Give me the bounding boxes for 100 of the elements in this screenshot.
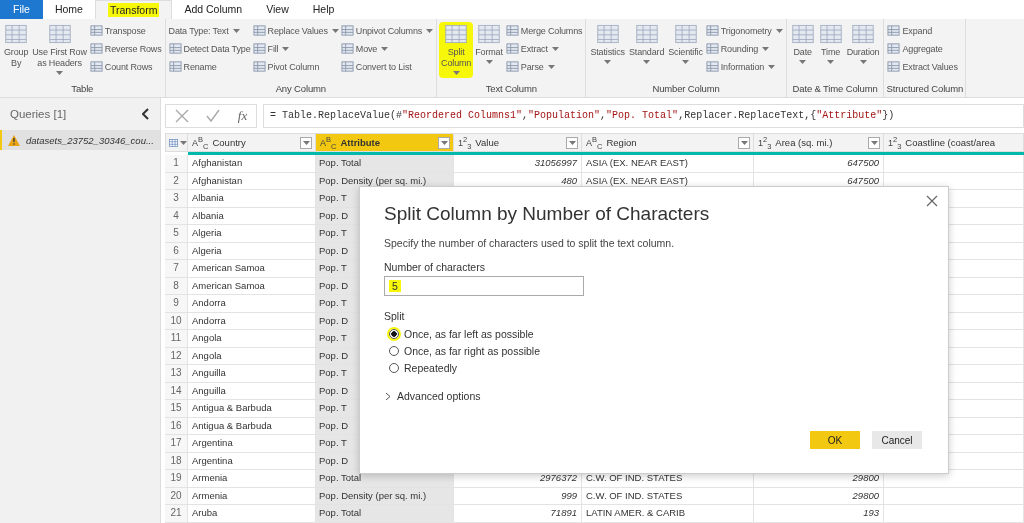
ribbon-button[interactable]: Data Type: Text — [168, 22, 251, 39]
formula-field[interactable]: = Table.ReplaceValue(#"Reordered Columns1","Population","Pop. Total",Replacer.ReplaceText,{"Attribute"}) — [263, 104, 1024, 128]
caret-icon — [302, 140, 310, 145]
ribbon-button[interactable]: Fill — [252, 40, 339, 57]
ribbon-tab[interactable]: Transform — [94, 0, 173, 19]
number-field[interactable]: 5 — [384, 276, 584, 296]
column-header[interactable]: 1$^{2}$$_{3}$ Value — [454, 133, 582, 152]
close-icon — [926, 195, 938, 207]
radio-button[interactable] — [389, 345, 399, 356]
column-header[interactable]: A$^{B}$$_{C}$ Country — [188, 133, 316, 152]
ribbon-button[interactable]: Unpivot Columns — [340, 22, 434, 39]
ribbon-button[interactable]: Duration — [844, 22, 882, 78]
ribbon-button[interactable]: Extract Values — [887, 58, 958, 75]
header-label: Region — [606, 137, 638, 148]
ribbon-button[interactable]: Use First Row as Headers — [30, 22, 89, 78]
ribbon-button[interactable]: Move — [340, 40, 434, 57]
filter-button[interactable] — [300, 136, 312, 149]
confirm-button[interactable] — [206, 109, 221, 123]
ribbon-button[interactable]: Split Column — [439, 22, 474, 78]
list-icon — [887, 42, 901, 55]
row-number: 11 — [165, 330, 188, 348]
close-button[interactable] — [924, 193, 940, 209]
table-menu-button[interactable] — [165, 133, 188, 152]
caret-icon — [870, 140, 878, 145]
section-label: Split — [384, 310, 406, 322]
collapse-button[interactable] — [140, 106, 152, 122]
cancel-button[interactable]: Cancel — [872, 431, 922, 449]
ribbon-button[interactable]: Date — [788, 22, 817, 78]
file-tab[interactable]: File — [0, 0, 43, 19]
ribbon-tab[interactable]: Help — [300, 0, 347, 19]
ribbon-button[interactable]: Extract — [505, 40, 583, 57]
group-label: Table — [70, 82, 95, 96]
ok-button[interactable]: OK — [810, 431, 860, 449]
list-icon — [705, 60, 719, 73]
list-icon — [887, 60, 901, 73]
column-header[interactable]: A$^{B}$$_{C}$ Region — [582, 133, 754, 152]
group-label: Structured Column — [886, 82, 964, 96]
list-icon — [340, 42, 354, 55]
ribbon-button[interactable]: Standard — [626, 22, 667, 78]
ribbon-button[interactable]: Parse — [505, 58, 583, 75]
ribbon-button[interactable]: Aggregate — [887, 40, 958, 57]
caret-icon — [180, 140, 187, 145]
list-icon — [252, 42, 266, 55]
function-button[interactable]: fx — [237, 108, 248, 124]
group-label: Text Column — [484, 82, 538, 96]
radio-button[interactable] — [389, 362, 399, 373]
ribbon-tab[interactable]: Home — [42, 0, 95, 19]
query-item[interactable]: datasets_23752_30346_cou... — [0, 130, 160, 150]
list-icon — [340, 24, 354, 37]
table-cell: Pop. Total — [316, 505, 454, 523]
caret-icon — [768, 64, 776, 69]
column-header[interactable]: 1$^{2}$$_{3}$ Coastline (coast/area — [884, 133, 1024, 152]
table-cell: C.W. OF IND. STATES — [582, 487, 754, 505]
ribbon-button[interactable]: Format — [473, 22, 505, 78]
caret-icon — [485, 60, 493, 64]
filter-button[interactable] — [566, 136, 578, 149]
column-header[interactable]: 1$^{2}$$_{3}$ Area (sq. mi.) — [754, 133, 884, 152]
ribbon-button[interactable]: Trigonometry — [705, 22, 783, 39]
ribbon-button[interactable]: Convert to List — [340, 58, 434, 75]
table-icon — [477, 23, 501, 45]
list-icon — [705, 42, 719, 55]
ribbon-button[interactable]: Scientific — [666, 22, 705, 78]
table-cell: 71891 — [454, 505, 582, 523]
ribbon-button[interactable]: Detect Data Type — [168, 40, 251, 57]
warning-icon — [8, 134, 20, 146]
ribbon-button[interactable]: Pivot Column — [252, 58, 339, 75]
caret-icon — [740, 140, 748, 145]
radio-button[interactable] — [389, 328, 399, 339]
ribbon-button[interactable]: Rename — [168, 58, 251, 75]
row-number: 3 — [165, 190, 188, 208]
group-label: Date & Time Column — [791, 82, 879, 96]
list-icon — [505, 60, 519, 73]
list-icon — [705, 24, 719, 37]
header-label: Country — [212, 137, 247, 148]
cancel-button[interactable] — [174, 109, 189, 123]
column-header[interactable]: A$^{B}$$_{C}$ Attribute — [316, 133, 454, 152]
ribbon-button[interactable]: Replace Values — [252, 22, 339, 39]
ribbon-button[interactable]: Rounding — [705, 40, 783, 57]
filter-button[interactable] — [738, 136, 750, 149]
table-icon — [595, 23, 620, 45]
ribbon-button[interactable]: Statistics — [588, 22, 627, 78]
ribbon-button[interactable]: Merge Columns — [505, 22, 583, 39]
check-icon — [206, 109, 221, 123]
header-label: Attribute — [340, 137, 382, 148]
ribbon-tab[interactable]: View — [254, 0, 301, 19]
filter-button[interactable] — [438, 136, 450, 149]
ribbon-button[interactable]: Count Rows — [89, 58, 162, 75]
caret-icon — [799, 60, 807, 64]
table-cell: 193 — [754, 505, 884, 523]
list-icon — [89, 60, 103, 73]
ribbon-button[interactable]: Time — [816, 22, 845, 78]
ribbon-button[interactable]: Reverse Rows — [89, 40, 162, 57]
ribbon-button[interactable]: Transpose — [89, 22, 162, 39]
caret-icon — [547, 64, 555, 69]
filter-button[interactable] — [868, 136, 880, 149]
ribbon-button[interactable]: Expand — [887, 22, 958, 39]
ribbon-tab[interactable]: Add Column — [172, 0, 255, 19]
ribbon-button[interactable]: Information — [705, 58, 783, 75]
table-cell: 999 — [454, 487, 582, 505]
ribbon-button[interactable]: Group By — [2, 22, 31, 78]
